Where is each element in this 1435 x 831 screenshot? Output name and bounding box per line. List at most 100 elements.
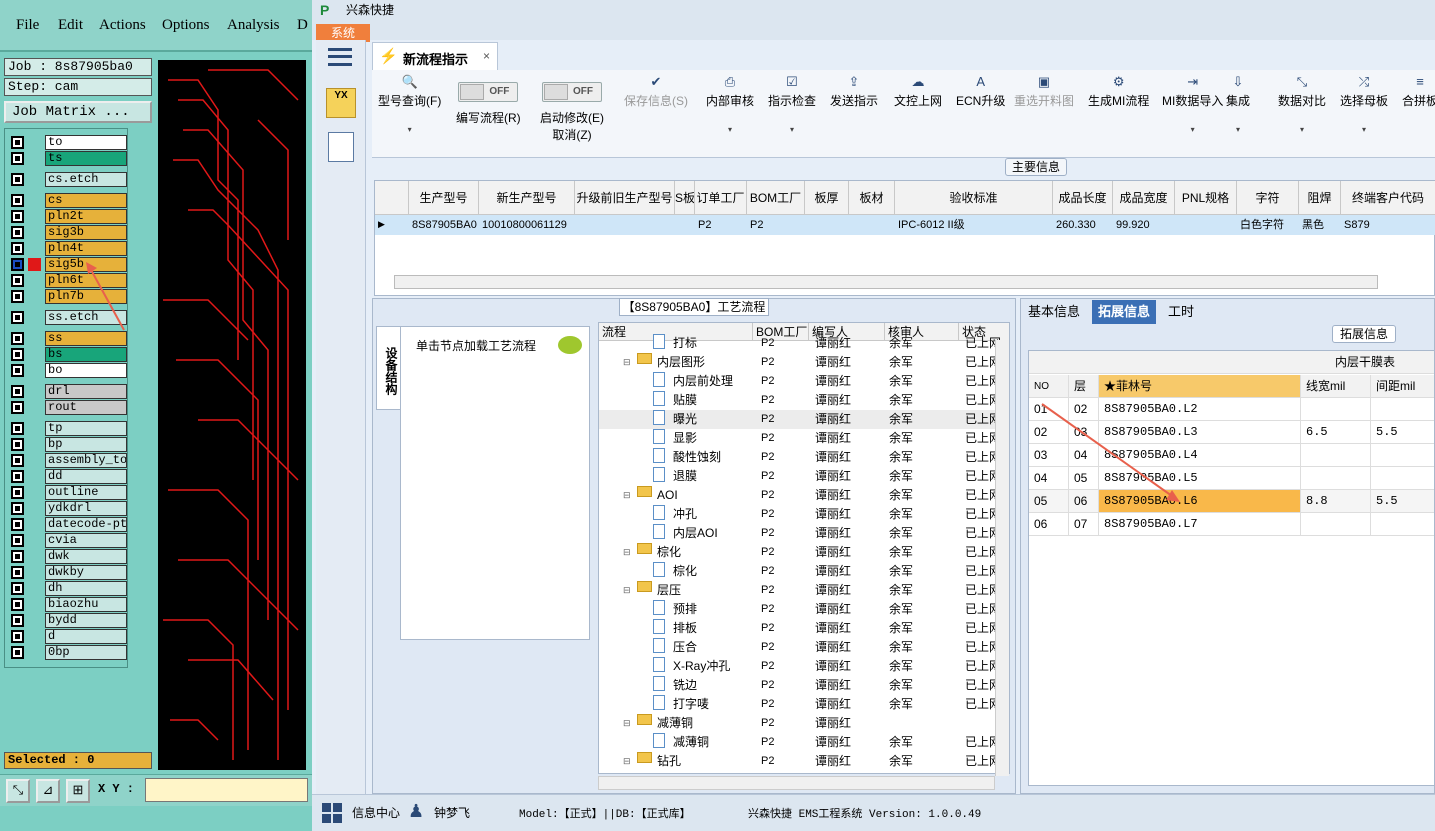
grid2-cell[interactable] <box>1371 513 1434 536</box>
layer-name[interactable]: bo <box>45 363 127 378</box>
grid1-cell[interactable]: S879 <box>1341 215 1435 235</box>
layer-name[interactable]: 0bp <box>45 645 127 660</box>
collapse-icon[interactable]: ⊟ <box>623 486 631 505</box>
grid1-cell[interactable] <box>849 215 895 235</box>
close-tab-icon[interactable]: × <box>483 49 490 63</box>
chevron-down-icon[interactable]: ▾ <box>378 125 441 134</box>
layer-row[interactable]: biaozhu <box>9 597 127 612</box>
grid2-cell[interactable]: 01 <box>1029 398 1069 421</box>
layer-checkbox[interactable] <box>11 274 24 287</box>
grid2-cell[interactable]: 07 <box>1069 513 1099 536</box>
layer-checkbox[interactable] <box>11 401 24 414</box>
layer-row[interactable]: sig5b <box>9 257 127 272</box>
layer-checkbox[interactable] <box>11 364 24 377</box>
collapse-icon[interactable]: ⊟ <box>623 752 631 771</box>
layer-name[interactable]: tp <box>45 421 127 436</box>
menu-actions[interactable]: Actions <box>99 17 146 34</box>
layer-checkbox[interactable] <box>11 226 24 239</box>
collapse-icon[interactable]: ⊟ <box>623 353 631 372</box>
collapse-icon[interactable]: ⊟ <box>623 581 631 600</box>
grid1-cell[interactable] <box>805 215 849 235</box>
tree-row[interactable]: 排板 P2 谭丽红 余军 已上网 <box>599 619 1009 638</box>
layer-name[interactable]: cs <box>45 193 127 208</box>
layer-name[interactable]: cvia <box>45 533 127 548</box>
tab-work-hours[interactable]: 工时 <box>1162 300 1200 324</box>
layer-row[interactable]: cvia <box>9 533 127 548</box>
layer-name[interactable]: dh <box>45 581 127 596</box>
layer-name[interactable]: biaozhu <box>45 597 127 612</box>
grid2-cell[interactable]: 8.8 <box>1301 490 1371 513</box>
layer-row[interactable]: ts <box>9 151 127 166</box>
tree-row[interactable]: 冲孔 P2 谭丽红 余军 已上网 <box>599 505 1009 524</box>
layer-checkbox[interactable] <box>11 173 24 186</box>
grid1-cell[interactable]: 8S87905BA0 <box>409 215 479 235</box>
chevron-down-icon[interactable]: ▾ <box>768 125 816 134</box>
layer-checkbox[interactable] <box>11 566 24 579</box>
layer-name[interactable]: ss <box>45 331 127 346</box>
layer-row[interactable]: ss.etch <box>9 310 127 325</box>
layer-name[interactable]: drl <box>45 384 127 399</box>
grid2-cell[interactable] <box>1301 467 1371 490</box>
tree-row[interactable]: ⊟ 钻孔 P2 谭丽红 余军 已上网 <box>599 752 1009 771</box>
layer-row[interactable]: cs.etch <box>9 172 127 187</box>
grid2-cell[interactable] <box>1371 444 1434 467</box>
grid2-cell[interactable] <box>1371 467 1434 490</box>
menu-file[interactable]: File <box>16 17 39 34</box>
xy-input[interactable] <box>145 778 308 802</box>
ribbon-button[interactable]: ⤡ 数据对比 ▾ <box>1278 74 1326 134</box>
grid2-cell[interactable]: 06 <box>1069 490 1099 513</box>
grid1-cell[interactable]: 99.920 <box>1113 215 1175 235</box>
layer-checkbox[interactable] <box>11 534 24 547</box>
menu-options[interactable]: Options <box>162 17 210 34</box>
layer-row[interactable]: bp <box>9 437 127 452</box>
grid2-cell[interactable]: 8S87905BA0.L4 <box>1099 444 1301 467</box>
chevron-down-icon[interactable]: ▾ <box>1278 125 1326 134</box>
doc-tab-new-process[interactable]: ⚡ 新流程指示 × <box>372 42 498 70</box>
tree-row[interactable]: 酸性蚀刻 P2 谭丽红 余军 已上网 <box>599 448 1009 467</box>
layer-row[interactable]: dwkby <box>9 565 127 580</box>
grid1-header[interactable]: 板材 <box>849 181 895 215</box>
layer-row[interactable]: pln6t <box>9 273 127 288</box>
layer-name[interactable]: pln7b <box>45 289 127 304</box>
layer-row[interactable]: to <box>9 135 127 150</box>
layer-row[interactable]: dd <box>9 469 127 484</box>
grid2-cell[interactable]: 5.5 <box>1371 421 1434 444</box>
tree-row[interactable]: 退膜 P2 谭丽红 余军 已上网 <box>599 467 1009 486</box>
grid1-cell[interactable]: IPC-6012 II级 <box>895 215 1053 235</box>
grid2-cell[interactable] <box>1301 513 1371 536</box>
grid1-header[interactable]: BOM工厂 <box>747 181 805 215</box>
layer-row[interactable]: outline <box>9 485 127 500</box>
ribbon-button[interactable]: A ECN升级 <box>956 74 1005 109</box>
layer-name[interactable]: pln6t <box>45 273 127 288</box>
layer-checkbox[interactable] <box>11 348 24 361</box>
menu-edit[interactable]: Edit <box>58 17 83 34</box>
grid2-cell[interactable]: 8S87905BA0.L5 <box>1099 467 1301 490</box>
grid1-cell[interactable] <box>575 215 675 235</box>
menu-analysis[interactable]: Analysis <box>227 17 280 34</box>
yx-module-icon[interactable]: YX <box>326 88 356 118</box>
ribbon-button[interactable]: 🔍 型号查询(F) ▾ <box>378 74 441 134</box>
grid2-cell[interactable]: 04 <box>1069 444 1099 467</box>
chevron-down-icon[interactable]: ▾ <box>1162 125 1223 134</box>
grid2-cell[interactable]: 8S87905BA0.L3 <box>1099 421 1301 444</box>
layer-name[interactable]: dwk <box>45 549 127 564</box>
grid2-header[interactable]: 线宽mil <box>1301 375 1371 398</box>
grid-apps-icon[interactable] <box>322 803 342 823</box>
grid2-cell[interactable] <box>1301 444 1371 467</box>
ribbon-button[interactable]: ⚙ 生成MI流程 <box>1088 74 1149 109</box>
menu-d[interactable]: D <box>297 17 308 34</box>
grid2-header[interactable]: 间距mil <box>1371 375 1434 398</box>
collapse-icon[interactable]: ⊟ <box>623 543 631 562</box>
grid1-header[interactable]: 板厚 <box>805 181 849 215</box>
layer-row[interactable]: drl <box>9 384 127 399</box>
chevron-down-icon[interactable]: ▾ <box>706 125 754 134</box>
grid1-header[interactable]: 订单工厂 <box>695 181 747 215</box>
ribbon-button[interactable]: ⇪ 发送指示 <box>830 74 878 109</box>
ribbon-button[interactable]: ▣ 重选开料图 <box>1014 74 1074 109</box>
measure-icon[interactable]: ⊿ <box>36 779 60 803</box>
grid2-cell[interactable] <box>1301 398 1371 421</box>
zoom-fit-icon[interactable]: ⤡ <box>6 779 30 803</box>
layer-checkbox[interactable] <box>11 438 24 451</box>
tab-basic-info[interactable]: 基本信息 <box>1022 300 1086 324</box>
layer-row[interactable]: rout <box>9 400 127 415</box>
